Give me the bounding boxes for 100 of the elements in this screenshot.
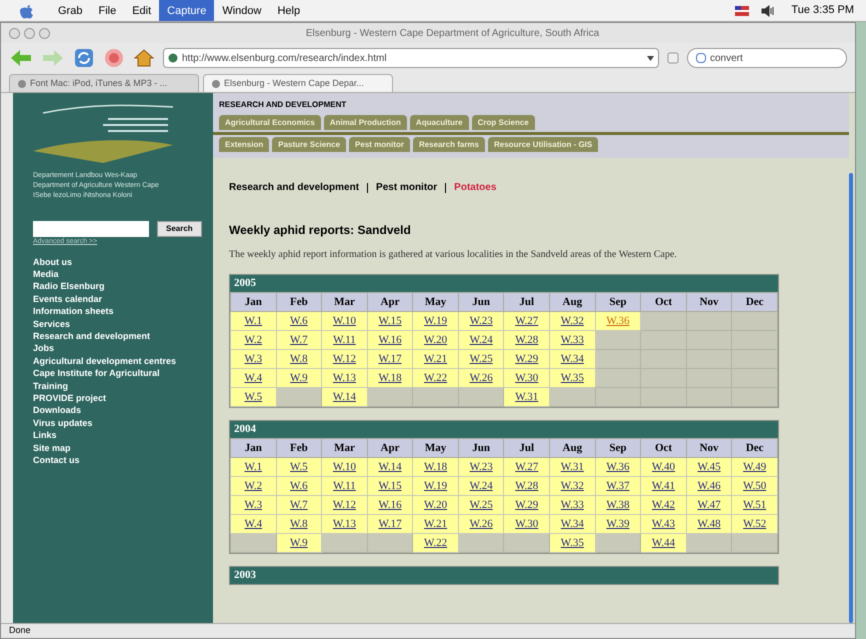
- search-button[interactable]: Search: [157, 221, 202, 237]
- week-link[interactable]: W.22: [424, 372, 448, 384]
- week-link[interactable]: W.1: [244, 460, 262, 473]
- week-link[interactable]: W.44: [652, 536, 676, 549]
- week-link[interactable]: W.26: [470, 372, 493, 384]
- week-link[interactable]: W.4: [244, 372, 262, 384]
- apple-icon[interactable]: [20, 2, 34, 18]
- week-link[interactable]: W.49: [743, 460, 766, 473]
- week-link[interactable]: W.3: [244, 352, 262, 365]
- week-link[interactable]: W.41: [652, 480, 676, 492]
- sidebar-link[interactable]: PROVIDE project: [33, 392, 193, 404]
- week-link[interactable]: W.30: [515, 372, 538, 384]
- week-link[interactable]: W.33: [560, 334, 584, 346]
- week-link[interactable]: W.36: [606, 314, 630, 327]
- week-link[interactable]: W.35: [560, 372, 584, 384]
- back-arrow-icon[interactable]: [9, 48, 33, 68]
- site-search-field[interactable]: [33, 221, 149, 237]
- week-link[interactable]: W.1: [244, 314, 262, 327]
- sidebar-link[interactable]: Media: [33, 268, 193, 280]
- week-link[interactable]: W.36: [606, 460, 630, 473]
- week-link[interactable]: W.23: [470, 314, 493, 327]
- week-link[interactable]: W.39: [606, 518, 630, 530]
- week-link[interactable]: W.17: [378, 352, 402, 365]
- week-link[interactable]: W.14: [332, 390, 356, 403]
- week-link[interactable]: W.24: [470, 480, 493, 492]
- reload-icon[interactable]: [73, 47, 95, 69]
- week-link[interactable]: W.29: [515, 498, 538, 511]
- breadcrumb-link[interactable]: Research and development: [229, 180, 360, 195]
- week-link[interactable]: W.15: [378, 480, 402, 492]
- home-icon[interactable]: [133, 47, 155, 69]
- week-link[interactable]: W.32: [560, 314, 584, 327]
- window-control-icon[interactable]: [9, 28, 20, 38]
- week-link[interactable]: W.16: [378, 498, 402, 511]
- search-field[interactable]: convert: [687, 48, 847, 68]
- speaker-icon[interactable]: [761, 4, 776, 16]
- week-link[interactable]: W.17: [378, 518, 402, 530]
- week-link[interactable]: W.31: [515, 390, 538, 403]
- week-link[interactable]: W.19: [424, 314, 448, 327]
- window-control-icon[interactable]: [39, 28, 50, 38]
- week-link[interactable]: W.21: [424, 352, 448, 365]
- week-link[interactable]: W.3: [244, 498, 262, 511]
- week-link[interactable]: W.7: [290, 334, 308, 346]
- week-link[interactable]: W.24: [470, 334, 493, 346]
- week-link[interactable]: W.46: [698, 480, 721, 492]
- week-link[interactable]: W.13: [332, 372, 356, 384]
- week-link[interactable]: W.2: [244, 480, 262, 492]
- week-link[interactable]: W.32: [560, 480, 584, 492]
- week-link[interactable]: W.13: [332, 518, 356, 530]
- sidebar-link[interactable]: Services: [33, 318, 193, 330]
- sidebar-link[interactable]: Information sheets: [33, 305, 193, 318]
- menu-item[interactable]: File: [90, 0, 124, 21]
- week-link[interactable]: W.42: [652, 498, 676, 511]
- week-link[interactable]: W.5: [290, 460, 308, 473]
- window-control-icon[interactable]: [24, 28, 35, 38]
- week-link[interactable]: W.6: [290, 480, 308, 492]
- menu-clock[interactable]: Tue 3:35 PM: [791, 2, 854, 19]
- menu-item[interactable]: Edit: [124, 0, 160, 21]
- breadcrumb-link[interactable]: Potatoes: [454, 180, 496, 195]
- week-link[interactable]: W.27: [515, 460, 538, 473]
- url-field[interactable]: http://www.elsenburg.com/research/index.html: [163, 48, 659, 68]
- week-link[interactable]: W.43: [652, 518, 676, 530]
- week-link[interactable]: W.20: [424, 498, 448, 511]
- week-link[interactable]: W.18: [424, 460, 448, 473]
- week-link[interactable]: W.9: [290, 536, 308, 549]
- sidebar-link[interactable]: Events calendar: [33, 292, 193, 306]
- week-link[interactable]: W.51: [743, 498, 766, 511]
- week-link[interactable]: W.34: [560, 518, 584, 530]
- sidebar-link[interactable]: Contact us: [33, 454, 193, 466]
- week-link[interactable]: W.28: [515, 334, 538, 346]
- week-link[interactable]: W.8: [290, 518, 308, 530]
- sidebar-link[interactable]: Agricultural development centres: [33, 354, 193, 368]
- week-link[interactable]: W.19: [424, 480, 448, 492]
- browser-tab[interactable]: Font Mac: iPod, iTunes & MP3 - ...: [9, 74, 199, 92]
- week-link[interactable]: W.33: [560, 498, 584, 511]
- week-link[interactable]: W.48: [698, 518, 721, 530]
- dropdown-caret-icon[interactable]: [647, 56, 654, 60]
- sidebar-link[interactable]: Research and development: [33, 330, 193, 342]
- week-link[interactable]: W.26: [470, 518, 493, 530]
- week-link[interactable]: W.8: [290, 352, 308, 365]
- week-link[interactable]: W.25: [470, 498, 493, 511]
- sidebar-link[interactable]: Jobs: [33, 342, 193, 355]
- week-link[interactable]: W.34: [560, 352, 584, 365]
- week-link[interactable]: W.11: [333, 480, 356, 492]
- week-link[interactable]: W.5: [244, 390, 262, 403]
- sidebar-link[interactable]: Links: [33, 429, 193, 442]
- week-link[interactable]: W.45: [698, 460, 721, 473]
- week-link[interactable]: W.9: [290, 372, 308, 384]
- week-link[interactable]: W.16: [378, 334, 402, 346]
- week-link[interactable]: W.47: [698, 498, 721, 511]
- week-link[interactable]: W.37: [606, 480, 630, 492]
- week-link[interactable]: W.25: [470, 352, 493, 365]
- sidebar-link[interactable]: Radio Elsenburg: [33, 280, 193, 293]
- sidebar-link[interactable]: About us: [33, 256, 193, 268]
- sidebar-link[interactable]: Downloads: [33, 404, 193, 417]
- week-link[interactable]: W.12: [332, 352, 356, 365]
- week-link[interactable]: W.22: [424, 536, 448, 549]
- sidebar-link[interactable]: Cape Institute for Agricultural Training: [33, 367, 193, 392]
- week-link[interactable]: W.4: [244, 518, 262, 530]
- breadcrumb-link[interactable]: Pest monitor: [376, 180, 438, 195]
- week-link[interactable]: W.29: [515, 352, 538, 365]
